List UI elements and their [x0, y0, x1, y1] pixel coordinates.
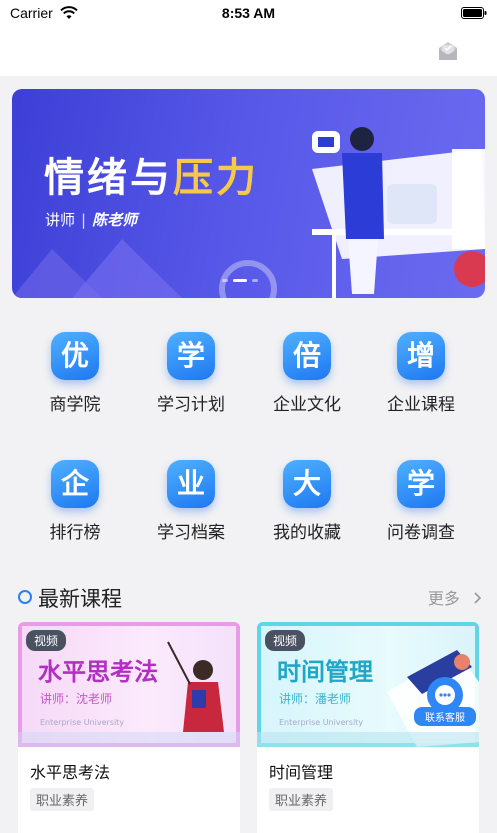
status-bar: Carrier 8:53 AM: [0, 0, 497, 26]
thumbnail-subtitle: Enterprise University: [40, 718, 125, 727]
thumbnail-title: 时间管理: [277, 658, 373, 686]
menu-item-favorites[interactable]: 大 我的收藏: [252, 460, 362, 543]
menu-item-business-school[interactable]: 优 商学院: [20, 332, 130, 415]
video-badge: 视频: [26, 630, 67, 651]
video-badge: 视频: [265, 630, 306, 651]
menu-label: 我的收藏: [273, 523, 341, 543]
thumbnail-lecturer: 讲师：沈老师: [40, 692, 113, 706]
menu-label: 学习计划: [157, 395, 225, 415]
top-nav-bar: [0, 26, 497, 76]
course-title: 时间管理: [269, 763, 334, 782]
carousel-dot-active: [233, 279, 247, 282]
more-label: 更多: [427, 589, 460, 608]
badge-xue-icon: 学: [167, 332, 215, 380]
badge-xue-icon: 学: [397, 460, 445, 508]
latest-courses-header: 最新课程 更多: [18, 583, 483, 611]
badge-bei-icon: 倍: [283, 332, 331, 380]
course-thumbnail: 视频 水平思考法 讲师：沈老师 Enterprise University: [18, 622, 240, 747]
badge-ye-icon: 业: [167, 460, 215, 508]
menu-item-learning-records[interactable]: 业 学习档案: [136, 460, 246, 543]
carousel-dot: [222, 279, 228, 282]
badge-da-icon: 大: [283, 460, 331, 508]
promo-banner[interactable]: 情绪与压力 讲师 | 陈老师: [12, 89, 485, 298]
course-tag: 职业素养: [30, 788, 95, 811]
course-card[interactable]: 视频 水平思考法 讲师：沈老师 Enterprise University 水平…: [18, 622, 240, 833]
course-tag: 职业素养: [269, 788, 334, 811]
menu-label: 商学院: [49, 395, 101, 415]
menu-label: 企业文化: [273, 395, 341, 415]
thumbnail-subtitle: Enterprise University: [279, 718, 364, 727]
menu-item-survey[interactable]: 学 问卷调查: [366, 460, 476, 543]
menu-label: 企业课程: [387, 395, 455, 415]
badge-you-icon: 优: [51, 332, 99, 380]
section-title: 最新课程: [38, 587, 122, 611]
menu-label: 问卷调查: [387, 523, 455, 543]
thumbnail-lecturer: 讲师：潘老师: [279, 692, 352, 706]
badge-zeng-icon: 增: [397, 332, 445, 380]
banner-title: 情绪与压力: [44, 155, 259, 201]
customer-service-label: 联系客服: [414, 707, 476, 726]
menu-item-corporate-culture[interactable]: 倍 企业文化: [252, 332, 362, 415]
thumbnail-title: 水平思考法: [38, 658, 158, 686]
menu-label: 学习档案: [157, 523, 225, 543]
clock: 8:53 AM: [221, 5, 276, 21]
menu-item-study-plan[interactable]: 学 学习计划: [136, 332, 246, 415]
course-title: 水平思考法: [30, 763, 111, 782]
chevron-right-icon: [474, 592, 482, 604]
battery-icon: [461, 7, 487, 19]
message-icon[interactable]: [435, 39, 461, 63]
menu-item-corporate-courses[interactable]: 增 企业课程: [366, 332, 476, 415]
carousel-dot: [252, 279, 258, 282]
banner-lecturer: 讲师 | 陈老师: [45, 211, 138, 229]
more-link[interactable]: 更多: [428, 585, 483, 609]
carousel-indicator: [222, 279, 258, 282]
badge-qi-icon: 企: [51, 460, 99, 508]
customer-service-button[interactable]: 联系客服: [414, 677, 476, 726]
menu-item-leaderboard[interactable]: 企 排行榜: [20, 460, 130, 543]
section-ring-icon: [18, 590, 32, 604]
menu-label: 排行榜: [49, 523, 101, 543]
course-card[interactable]: 视频 时间管理 讲师：潘老师 Enterprise University 时间管…: [257, 622, 479, 833]
